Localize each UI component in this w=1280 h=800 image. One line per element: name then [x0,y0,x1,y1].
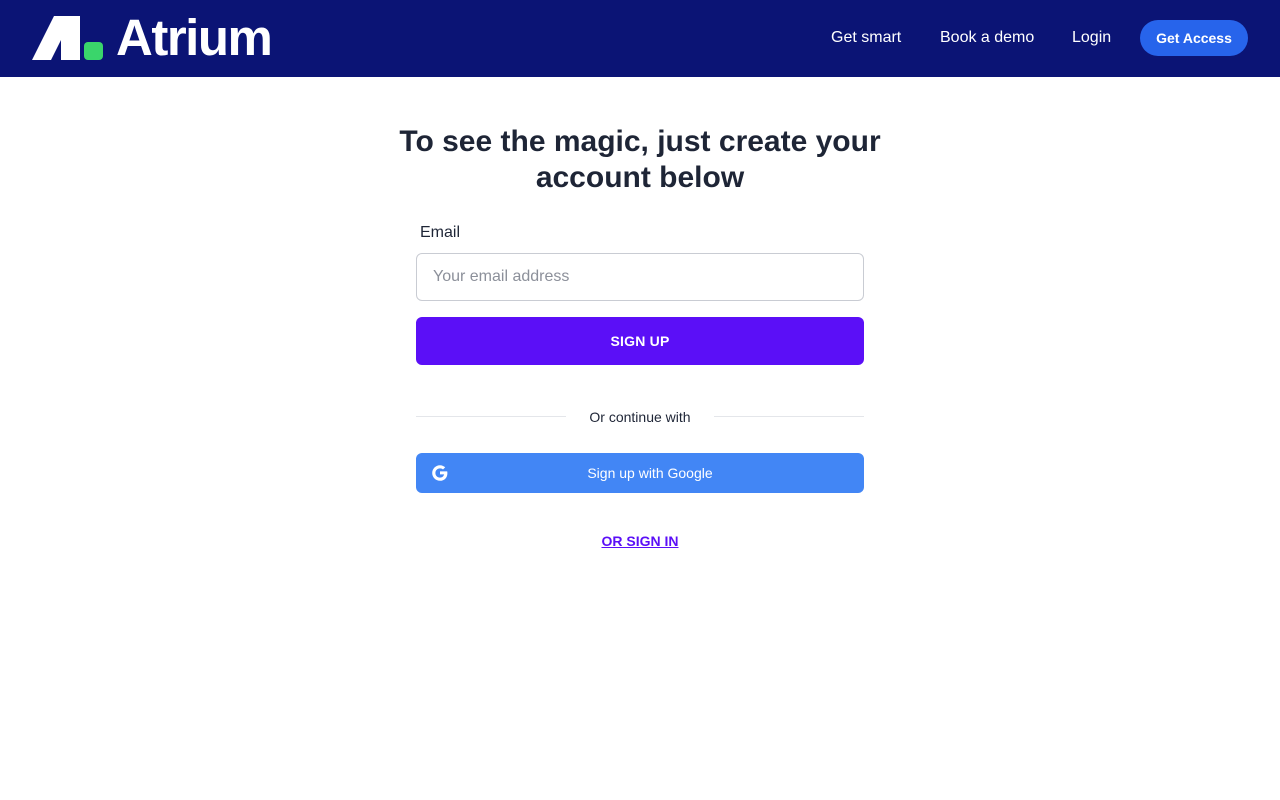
email-label: Email [420,224,461,241]
google-sign-up-button[interactable]: Sign up with Google [416,453,864,493]
page-title: To see the magic, just create your accou… [399,125,881,194]
email-field[interactable] [416,253,864,301]
divider-line-left [416,416,566,417]
nav-link-login[interactable]: Login [1072,28,1111,48]
top-navigation-bar: Atrium Get smart Book a demo Login Get A… [0,0,1280,77]
divider-line-right [714,416,864,417]
brand-name: Atrium [116,9,273,66]
nav-link-get-smart[interactable]: Get smart [831,28,901,48]
sign-in-link[interactable]: OR SIGN IN [540,533,740,549]
google-sign-up-label: Sign up with Google [587,465,713,481]
sign-up-button[interactable]: SIGN UP [416,317,864,365]
nav-link-book-demo[interactable]: Book a demo [940,28,1034,48]
divider-text: Or continue with [589,409,691,425]
atrium-logo-mark-icon [32,16,103,60]
get-access-button[interactable]: Get Access [1140,20,1248,56]
